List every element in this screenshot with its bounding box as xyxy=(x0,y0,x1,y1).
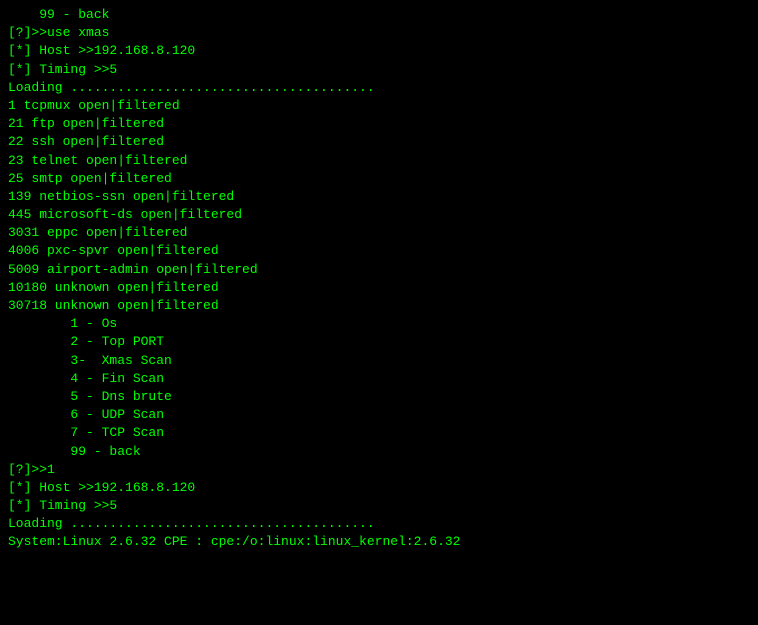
terminal-line: 5009 airport-admin open|filtered xyxy=(8,261,750,279)
terminal-line: 3- Xmas Scan xyxy=(8,352,750,370)
terminal-line: [?]>>1 xyxy=(8,461,750,479)
terminal-line: [*] Timing >>5 xyxy=(8,61,750,79)
terminal-line: 21 ftp open|filtered xyxy=(8,115,750,133)
terminal-line: 30718 unknown open|filtered xyxy=(8,297,750,315)
terminal-output: 99 - back[?]>>use xmas[*] Host >>192.168… xyxy=(8,6,750,552)
terminal-line: 10180 unknown open|filtered xyxy=(8,279,750,297)
terminal-line: 7 - TCP Scan xyxy=(8,424,750,442)
terminal-line: [*] Timing >>5 xyxy=(8,497,750,515)
terminal-line: 22 ssh open|filtered xyxy=(8,133,750,151)
terminal-line: System:Linux 2.6.32 CPE : cpe:/o:linux:l… xyxy=(8,533,750,551)
terminal-line: 6 - UDP Scan xyxy=(8,406,750,424)
terminal-line: [*] Host >>192.168.8.120 xyxy=(8,479,750,497)
terminal-line: 1 - Os xyxy=(8,315,750,333)
terminal-line: 23 telnet open|filtered xyxy=(8,152,750,170)
terminal-line: 139 netbios-ssn open|filtered xyxy=(8,188,750,206)
terminal-line: 4 - Fin Scan xyxy=(8,370,750,388)
terminal-window: 99 - back[?]>>use xmas[*] Host >>192.168… xyxy=(0,0,758,625)
terminal-line: Loading ................................… xyxy=(8,79,750,97)
terminal-line: 2 - Top PORT xyxy=(8,333,750,351)
terminal-line: [*] Host >>192.168.8.120 xyxy=(8,42,750,60)
terminal-line: 1 tcpmux open|filtered xyxy=(8,97,750,115)
terminal-line: Loading ................................… xyxy=(8,515,750,533)
terminal-line: 5 - Dns brute xyxy=(8,388,750,406)
terminal-line: [?]>>use xmas xyxy=(8,24,750,42)
terminal-line: 99 - back xyxy=(8,6,750,24)
terminal-line: 3031 eppc open|filtered xyxy=(8,224,750,242)
terminal-line: 99 - back xyxy=(8,443,750,461)
terminal-line: 445 microsoft-ds open|filtered xyxy=(8,206,750,224)
terminal-line: 25 smtp open|filtered xyxy=(8,170,750,188)
terminal-line: 4006 pxc-spvr open|filtered xyxy=(8,242,750,260)
